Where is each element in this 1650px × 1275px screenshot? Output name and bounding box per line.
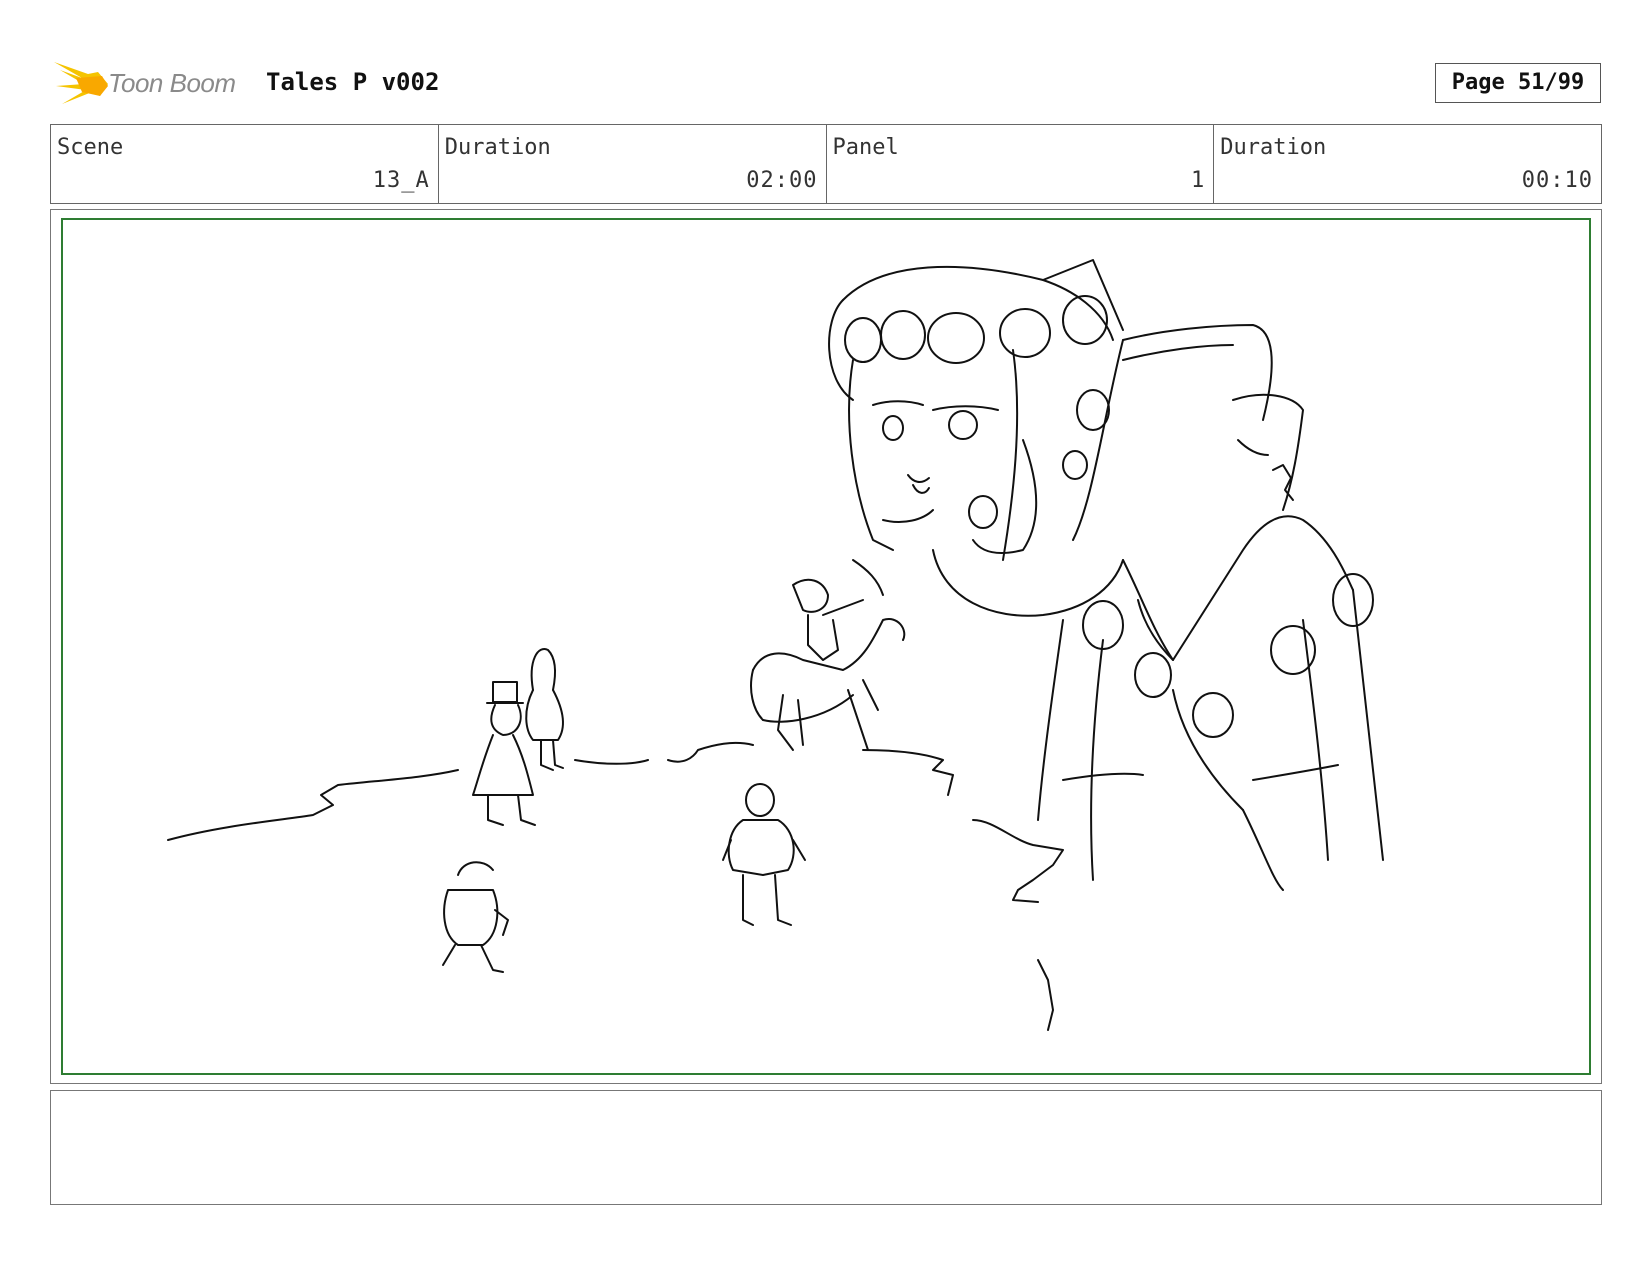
- flame-icon: [54, 62, 108, 104]
- storyboard-panel: [50, 209, 1602, 1084]
- panel-duration-cell: Duration 00:10: [1214, 125, 1601, 203]
- scene-duration-value: 02:00: [746, 168, 818, 193]
- panel-duration-label: Duration: [1220, 135, 1327, 160]
- scene-label: Scene: [57, 135, 124, 160]
- panel-frame: [61, 218, 1591, 1075]
- panel-cell: Panel 1: [827, 125, 1215, 203]
- panel-duration-value: 00:10: [1521, 168, 1593, 193]
- toon-boom-logo: Toon Boom: [52, 56, 252, 112]
- panel-sketch: [167, 259, 1384, 1031]
- panel-label: Panel: [832, 135, 899, 160]
- scene-duration-label: Duration: [444, 135, 551, 160]
- scene-info-row: Scene 13_A Duration 02:00 Panel 1 Durati…: [50, 124, 1602, 204]
- document-title: Tales P v002: [266, 68, 440, 96]
- scene-value: 13_A: [372, 168, 430, 193]
- panel-value: 1: [1191, 168, 1206, 193]
- scene-cell: Scene 13_A: [51, 125, 439, 203]
- brand-name: Toon Boom: [108, 68, 236, 98]
- notes-area: [50, 1090, 1602, 1205]
- page-indicator: Page 51/99: [1435, 63, 1601, 103]
- scene-duration-cell: Duration 02:00: [439, 125, 827, 203]
